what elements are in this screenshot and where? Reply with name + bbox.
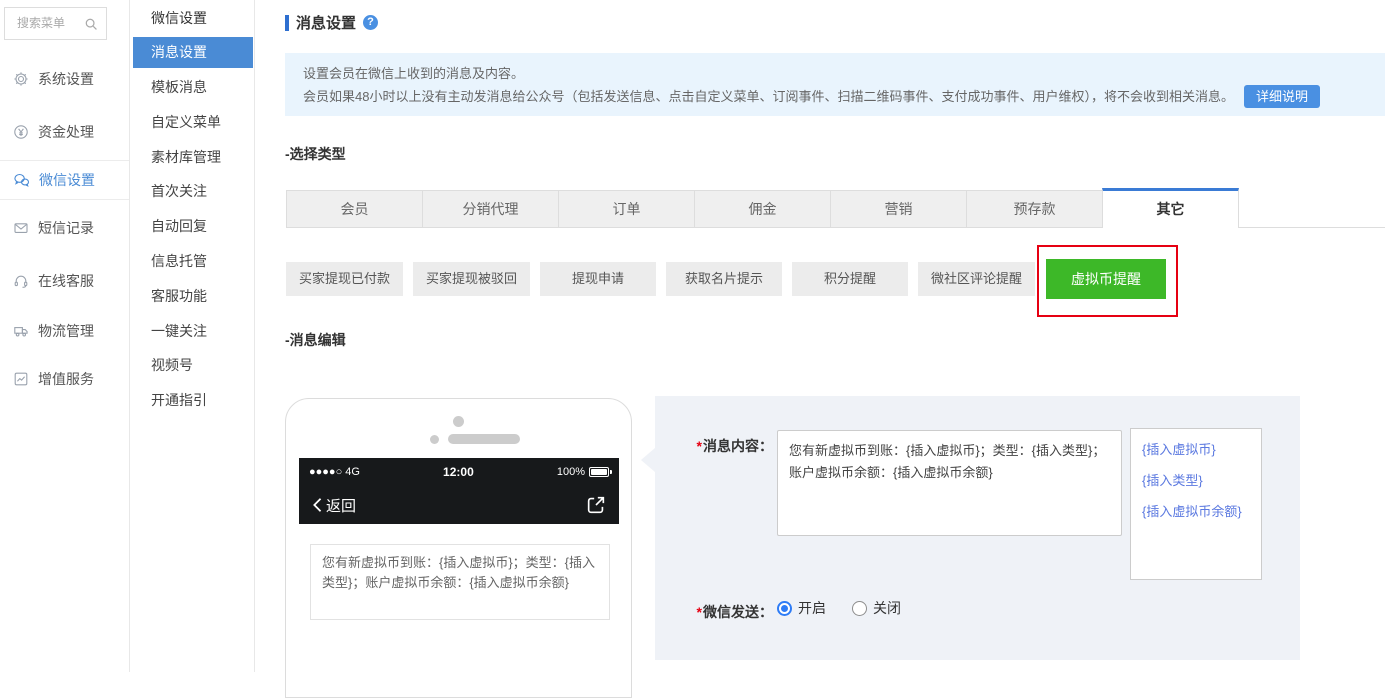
battery-indicator: 100% — [556, 466, 612, 478]
truck-icon — [13, 323, 29, 339]
sidebar-item-system-settings[interactable]: 系统设置 — [13, 66, 94, 92]
insert-link-type[interactable]: {插入类型} — [1142, 470, 1250, 489]
submenu-item-template-message[interactable]: 模板消息 — [133, 72, 253, 103]
btn-withdraw-apply[interactable]: 提现申请 — [540, 262, 657, 296]
chart-icon — [13, 371, 29, 387]
envelope-icon — [13, 220, 29, 236]
phone-speaker-bar — [448, 434, 520, 444]
signal-indicator: ●●●●○ 4G — [309, 466, 360, 478]
sidebar-item-label: 物流管理 — [38, 323, 94, 339]
tab-distribution[interactable]: 分销代理 — [422, 190, 559, 228]
radio-option-on[interactable]: 开启 — [777, 598, 826, 618]
highlighted-button-wrap: 虚拟币提醒 — [1037, 245, 1179, 317]
clock: 12:00 — [443, 465, 474, 479]
btn-virtual-currency-reminder[interactable]: 虚拟币提醒 — [1046, 259, 1167, 299]
share-icon[interactable] — [585, 494, 607, 516]
primary-sidebar: 系统设置 资金处理 微信设置 短信记录 在线客服 物流管理 增值 — [0, 0, 130, 672]
sidebar-item-label: 微信设置 — [39, 172, 95, 188]
back-button[interactable]: 返回 — [311, 495, 356, 516]
wechat-send-radios: 开启 关闭 — [777, 598, 901, 618]
sidebar-item-label: 系统设置 — [38, 71, 94, 87]
help-icon[interactable]: ? — [363, 15, 379, 30]
message-type-buttons: 买家提现已付款 买家提现被驳回 提现申请 获取名片提示 积分提醒 微社区评论提醒… — [286, 245, 1179, 317]
btn-withdraw-paid[interactable]: 买家提现已付款 — [286, 262, 404, 296]
notice-line1: 设置会员在微信上收到的消息及内容。 — [303, 66, 525, 81]
wechat-send-label: *微信发送： — [696, 604, 773, 620]
message-content-textarea[interactable]: 您有新虚拟币到账：{插入虚拟币}；类型：{插入类型}；账户虚拟币余额：{插入虚拟… — [777, 430, 1122, 536]
phone-camera-dot — [453, 416, 464, 427]
headset-icon — [13, 273, 29, 289]
insert-variable-panel: {插入虚拟币} {插入类型} {插入虚拟币余额} — [1130, 428, 1262, 580]
btn-points-reminder[interactable]: 积分提醒 — [792, 262, 909, 296]
submenu-item-material-library[interactable]: 素材库管理 — [133, 142, 253, 173]
tab-commission[interactable]: 佣金 — [694, 190, 831, 228]
type-tabs: 会员 分销代理 订单 佣金 营销 预存款 其它 — [286, 188, 1239, 228]
sidebar-item-logistics[interactable]: 物流管理 — [13, 318, 94, 344]
tab-order[interactable]: 订单 — [558, 190, 695, 228]
search-input[interactable] — [17, 8, 85, 37]
select-type-label: -选择类型 — [285, 146, 346, 162]
sidebar-item-funds-processing[interactable]: 资金处理 — [13, 119, 94, 145]
detail-help-button[interactable]: 详细说明 — [1243, 85, 1320, 108]
wechat-settings-submenu: 微信设置 消息设置 模板消息 自定义菜单 素材库管理 首次关注 自动回复 信息托… — [131, 0, 255, 672]
submenu-title: 微信设置 — [151, 10, 207, 26]
submenu-item-first-follow[interactable]: 首次关注 — [133, 176, 253, 207]
submenu-item-info-hosting[interactable]: 信息托管 — [133, 246, 253, 277]
tab-deposit[interactable]: 预存款 — [966, 190, 1103, 228]
message-edit-label: -消息编辑 — [285, 332, 346, 348]
message-preview-box: 您有新虚拟币到账：{插入虚拟币}；类型：{插入类型}；账户虚拟币余额：{插入虚拟… — [310, 544, 610, 620]
sidebar-item-value-added[interactable]: 增值服务 — [13, 366, 94, 392]
menu-search-box[interactable] — [4, 7, 107, 40]
btn-get-card-tip[interactable]: 获取名片提示 — [666, 262, 783, 296]
wechat-icon — [13, 172, 30, 188]
gear-icon — [13, 71, 29, 87]
battery-icon — [588, 467, 612, 477]
insert-link-virtual-currency[interactable]: {插入虚拟币} — [1142, 439, 1250, 458]
tab-marketing[interactable]: 营销 — [830, 190, 967, 228]
tab-member[interactable]: 会员 — [286, 190, 423, 228]
sidebar-item-label: 短信记录 — [38, 220, 94, 236]
main-content: 消息设置 ? 设置会员在微信上收到的消息及内容。 会员如果48小时以上没有主动发… — [256, 0, 1385, 698]
submenu-item-auto-reply[interactable]: 自动回复 — [133, 211, 253, 242]
radio-off-icon[interactable] — [852, 600, 867, 616]
sidebar-item-wechat-settings[interactable]: 微信设置 — [13, 167, 95, 193]
yen-circle-icon — [13, 124, 29, 140]
notice-line2: 会员如果48小时以上没有主动发消息给公众号（包括发送信息、点击自定义菜单、订阅事… — [303, 85, 1367, 108]
submenu-item-service-function[interactable]: 客服功能 — [133, 281, 253, 312]
submenu-item-one-key-follow[interactable]: 一键关注 — [133, 316, 253, 347]
submenu-item-message-settings[interactable]: 消息设置 — [133, 37, 253, 68]
insert-link-balance[interactable]: {插入虚拟币余额} — [1142, 501, 1250, 520]
search-icon — [84, 17, 98, 31]
sidebar-item-label: 资金处理 — [38, 124, 94, 140]
btn-community-comment-reminder[interactable]: 微社区评论提醒 — [918, 262, 1036, 296]
submenu-item-video-account[interactable]: 视频号 — [133, 350, 253, 381]
sidebar-item-label: 增值服务 — [38, 371, 94, 387]
phone-nav-bar: 返回 — [299, 486, 619, 524]
battery-percent: 100% — [556, 466, 585, 478]
phone-preview: ●●●●○ 4G 12:00 100% 返回 您有新虚拟币到账：{插入虚拟币}；… — [285, 398, 632, 698]
submenu-item-activation-guide[interactable]: 开通指引 — [133, 385, 253, 416]
sidebar-item-sms-records[interactable]: 短信记录 — [13, 215, 94, 241]
radio-option-off[interactable]: 关闭 — [852, 598, 901, 618]
message-edit-panel: *消息内容： 您有新虚拟币到账：{插入虚拟币}；类型：{插入类型}；账户虚拟币余… — [655, 396, 1300, 660]
tab-other[interactable]: 其它 — [1102, 188, 1239, 228]
sidebar-item-online-service[interactable]: 在线客服 — [13, 268, 94, 294]
notice-box: 设置会员在微信上收到的消息及内容。 会员如果48小时以上没有主动发消息给公众号（… — [285, 53, 1385, 116]
chevron-left-icon — [313, 498, 322, 512]
phone-screen-header: ●●●●○ 4G 12:00 100% 返回 — [299, 458, 619, 524]
title-accent-bar — [285, 14, 289, 31]
message-content-label: *消息内容： — [696, 438, 773, 454]
submenu-item-custom-menu[interactable]: 自定义菜单 — [133, 107, 253, 138]
radio-on-icon[interactable] — [777, 600, 792, 616]
phone-sensor-dot — [430, 435, 439, 444]
phone-status-bar: ●●●●○ 4G 12:00 100% — [299, 458, 619, 486]
panel-pointer-arrow — [641, 448, 655, 472]
page-title: 消息设置 ? — [285, 12, 379, 33]
btn-withdraw-rejected[interactable]: 买家提现被驳回 — [413, 262, 531, 296]
sidebar-item-label: 在线客服 — [38, 273, 94, 289]
